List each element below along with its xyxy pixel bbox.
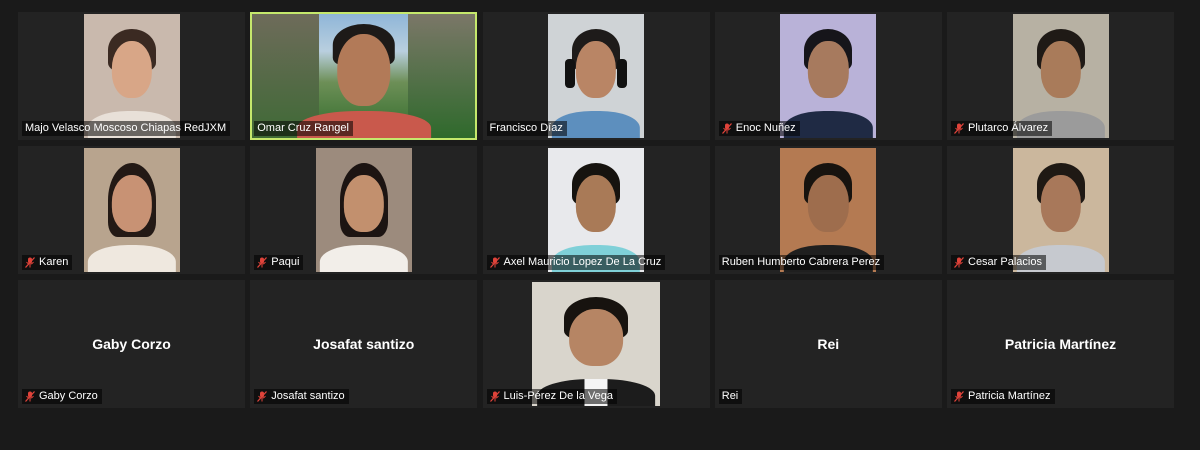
- participant-video: [548, 148, 644, 272]
- gallery-view: Majo Velasco Moscoso Chiapas RedJXM Omar…: [18, 12, 1174, 408]
- participant-display-name: Josafat santizo: [313, 336, 415, 352]
- participant-video: [315, 148, 412, 272]
- participant-video: [1012, 148, 1109, 272]
- participant-video: [83, 14, 180, 138]
- participant-name-label: Enoc Nuñez: [718, 121, 800, 136]
- participant-tile[interactable]: Enoc Nuñez: [714, 12, 942, 140]
- participant-name-label: Plutarco Álvarez: [951, 121, 1053, 136]
- participant-name-label: Majo Velasco Moscoso Chiapas RedJXM: [22, 121, 231, 136]
- participant-tile[interactable]: Majo Velasco Moscoso Chiapas RedJXM: [18, 12, 245, 140]
- participant-tile[interactable]: Plutarco Álvarez: [947, 12, 1174, 140]
- muted-mic-icon: [954, 123, 964, 134]
- participant-display-name: Gaby Corzo: [92, 336, 171, 352]
- participant-name-label: Luis-Pérez De la Vega: [486, 389, 617, 404]
- muted-mic-icon: [489, 391, 500, 402]
- muted-mic-icon: [25, 257, 35, 268]
- participant-video: [83, 148, 180, 272]
- participant-name-label: Axel Mauricio Lopez De La Cruz: [486, 255, 666, 270]
- participant-name-label: Karen: [22, 255, 73, 270]
- participant-tile[interactable]: Cesar Palacios: [947, 146, 1174, 274]
- participant-name-label: Paqui: [254, 255, 304, 270]
- muted-mic-icon: [954, 391, 964, 402]
- participant-video: [548, 14, 644, 138]
- participant-tile[interactable]: Patricia Martínez Patricia Martínez: [947, 280, 1174, 408]
- participant-name-label: Josafat santizo: [254, 389, 349, 404]
- participant-video: [1012, 14, 1109, 138]
- participant-tile[interactable]: Luis-Pérez De la Vega: [482, 280, 710, 408]
- participant-name-label: Ruben Humberto Cabrera Perez: [718, 255, 885, 270]
- participant-tile[interactable]: Gaby Corzo Gaby Corzo: [18, 280, 245, 408]
- muted-mic-icon: [721, 123, 732, 134]
- participant-tile[interactable]: Rei Rei: [714, 280, 942, 408]
- participant-name-label: Patricia Martínez: [951, 389, 1055, 404]
- muted-mic-icon: [954, 257, 964, 268]
- muted-mic-icon: [257, 391, 268, 402]
- participant-video: [532, 282, 660, 406]
- participant-video: [252, 14, 476, 138]
- participant-tile[interactable]: Axel Mauricio Lopez De La Cruz: [482, 146, 710, 274]
- participant-tile-active-speaker[interactable]: Omar Cruz Rangel: [250, 12, 478, 140]
- participant-video: [780, 14, 877, 138]
- participant-tile[interactable]: Josafat santizo Josafat santizo: [250, 280, 478, 408]
- participant-display-name: Rei: [817, 336, 840, 352]
- participant-name-label: Cesar Palacios: [951, 255, 1046, 270]
- participant-name-label: Rei: [718, 389, 743, 404]
- participant-name-label: Francisco Díaz: [486, 121, 567, 136]
- participant-tile[interactable]: Karen: [18, 146, 245, 274]
- participant-tile[interactable]: Paqui: [250, 146, 478, 274]
- participant-name-label: Gaby Corzo: [22, 389, 102, 404]
- muted-mic-icon: [25, 391, 35, 402]
- participant-tile[interactable]: Ruben Humberto Cabrera Perez: [714, 146, 942, 274]
- participant-video: [780, 148, 877, 272]
- participant-display-name: Patricia Martínez: [1004, 336, 1117, 352]
- participant-name-label: Omar Cruz Rangel: [254, 121, 353, 136]
- participant-tile[interactable]: Francisco Díaz: [482, 12, 710, 140]
- muted-mic-icon: [257, 257, 268, 268]
- muted-mic-icon: [489, 257, 500, 268]
